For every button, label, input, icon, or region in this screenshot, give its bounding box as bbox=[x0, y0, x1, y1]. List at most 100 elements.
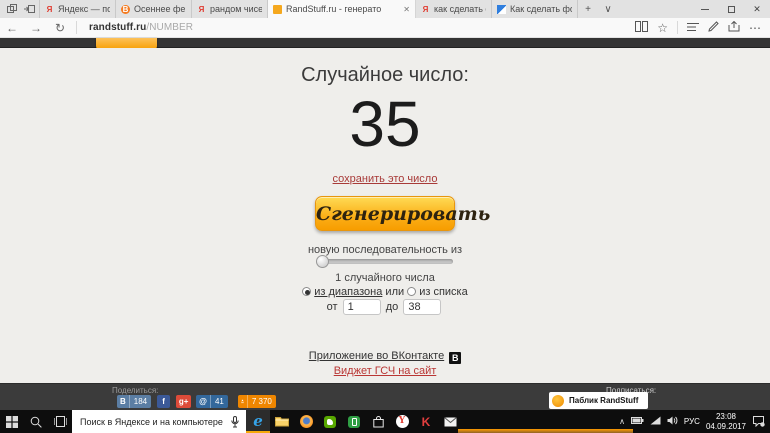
network-icon[interactable] bbox=[650, 416, 661, 427]
randstuff-logo-icon bbox=[552, 394, 564, 407]
gplus-share-button[interactable]: g+ bbox=[176, 395, 192, 408]
browser-tab-active-randstuff[interactable]: RandStuff.ru - генерато ✕ bbox=[268, 0, 416, 18]
tab-preview-icon[interactable] bbox=[7, 4, 17, 14]
browser-tab-3[interactable]: Я рандом чисел — Яндекс: н bbox=[192, 0, 268, 18]
more-options-icon[interactable]: ⋯ bbox=[749, 21, 762, 35]
orange-b-favicon-icon: В bbox=[121, 4, 130, 14]
facebook-icon: f bbox=[162, 397, 165, 406]
gplus-icon: g+ bbox=[178, 397, 189, 406]
to-input[interactable] bbox=[403, 299, 442, 315]
vk-app-row: Приложение во ВКонтакте B bbox=[0, 350, 770, 364]
browser-tab-1[interactable]: Я Яндекс — поиск №1 в Рос bbox=[40, 0, 116, 18]
mail-envelope-icon bbox=[443, 416, 457, 426]
taskbar-green-phone-app-button[interactable] bbox=[342, 410, 366, 433]
list-radio[interactable] bbox=[407, 287, 417, 296]
edge-icon: e bbox=[253, 411, 263, 430]
yandex-browser-icon: Y bbox=[395, 415, 409, 428]
taskbar-kaspersky-button[interactable]: K bbox=[414, 410, 438, 433]
start-button[interactable] bbox=[0, 410, 24, 433]
address-bar: ← → ↻ randstuff.ru/NUMBER ☆ ⋯ bbox=[0, 18, 770, 38]
reading-view-icon[interactable] bbox=[635, 19, 649, 37]
clock[interactable]: 23:08 04.09.2017 bbox=[706, 412, 746, 432]
new-tab-button[interactable]: + bbox=[578, 0, 598, 18]
to-label: до bbox=[385, 301, 399, 313]
set-tabs-aside-icon[interactable] bbox=[24, 4, 35, 14]
close-window-button[interactable]: ✕ bbox=[744, 0, 770, 18]
slider-handle[interactable] bbox=[316, 255, 329, 268]
range-radio-label[interactable]: из диапазона bbox=[314, 286, 382, 298]
taskbar-edge-button[interactable]: e bbox=[246, 410, 270, 433]
range-inputs-row: от до bbox=[0, 299, 770, 315]
subscribe-button[interactable]: Паблик RandStuff bbox=[549, 392, 648, 409]
taskbar-search-button[interactable] bbox=[24, 410, 48, 433]
randstuff-favicon-icon bbox=[273, 4, 282, 14]
taskbar-store-button[interactable] bbox=[366, 410, 390, 433]
mailru-share-button[interactable]: @ 41 bbox=[196, 395, 228, 408]
taskbar-search-text: Поиск в Яндексе и на компьютере bbox=[80, 416, 223, 427]
microphone-icon[interactable] bbox=[231, 415, 239, 428]
widget-link[interactable]: Виджет ГСЧ на сайт bbox=[334, 365, 437, 377]
site-nav-bar bbox=[0, 38, 770, 50]
tab-close-icon[interactable]: ✕ bbox=[399, 5, 410, 14]
battery-icon[interactable] bbox=[630, 417, 644, 426]
page-content: Случайное число: 35 сохранить это число … bbox=[0, 48, 770, 383]
firefox-icon bbox=[299, 415, 313, 428]
tray-chevron-icon[interactable]: ∧ bbox=[619, 417, 625, 426]
site-footer: Поделиться: B 184 f g+ @ 41 7 370 Подпис… bbox=[0, 383, 770, 410]
ok-share-button[interactable]: 7 370 bbox=[237, 395, 276, 408]
from-input[interactable] bbox=[342, 299, 381, 315]
generate-button[interactable]: Сгенерировать bbox=[315, 196, 490, 231]
address-bar-actions: ☆ ⋯ bbox=[635, 19, 770, 37]
taskbar-explorer-button[interactable] bbox=[270, 410, 294, 433]
subscribe-button-label: Паблик RandStuff bbox=[569, 396, 639, 405]
refresh-button[interactable]: ↻ bbox=[48, 21, 72, 35]
count-slider[interactable] bbox=[316, 255, 453, 268]
forward-button[interactable]: → bbox=[24, 21, 48, 35]
orange-popup-strip bbox=[458, 429, 633, 433]
taskbar-firefox-button[interactable] bbox=[294, 410, 318, 433]
taskbar-search-input[interactable]: Поиск в Яндексе и на компьютере bbox=[72, 410, 246, 433]
ok-share-count: 7 370 bbox=[246, 395, 276, 408]
search-icon bbox=[30, 416, 42, 428]
speaker-icon[interactable] bbox=[667, 416, 678, 427]
hub-icon[interactable] bbox=[687, 19, 699, 37]
minimize-icon bbox=[701, 8, 709, 10]
action-center-icon[interactable] bbox=[752, 415, 765, 429]
yandex-favicon-icon: Я bbox=[198, 4, 205, 14]
vk-app-link[interactable]: Приложение во ВКонтакте bbox=[309, 350, 444, 362]
yandex-favicon-icon: Я bbox=[46, 4, 53, 14]
ink-pen-icon[interactable] bbox=[708, 19, 719, 37]
language-indicator[interactable]: РУС bbox=[684, 417, 700, 426]
tab-title: RandStuff.ru - генерато bbox=[286, 4, 382, 14]
tab-title: рандом чисел — Яндекс: н bbox=[210, 4, 262, 14]
back-button[interactable]: ← bbox=[0, 21, 24, 35]
taskbar-green-app-button[interactable] bbox=[318, 410, 342, 433]
task-view-button[interactable] bbox=[48, 410, 72, 433]
divider bbox=[76, 21, 77, 34]
mode-radio-row: из диапазона или из списка bbox=[0, 286, 770, 298]
taskbar-yandex-browser-button[interactable]: Y bbox=[390, 410, 414, 433]
browser-tab-2[interactable]: В Осеннее фейство. - запись bbox=[116, 0, 192, 18]
windows-store-icon bbox=[372, 415, 384, 427]
tab-title: Осеннее фейство. - запись bbox=[134, 4, 186, 14]
save-number-link[interactable]: сохранить это число bbox=[333, 173, 438, 185]
browser-tab-5[interactable]: Я как сделать фото экрана кс bbox=[416, 0, 492, 18]
share-buttons: B 184 f g+ @ 41 7 370 bbox=[117, 395, 276, 408]
list-radio-label[interactable]: из списка bbox=[419, 286, 468, 298]
favorites-star-icon[interactable]: ☆ bbox=[657, 21, 668, 35]
clock-date: 04.09.2017 bbox=[705, 421, 746, 431]
count-label: 1 случайного числа bbox=[335, 272, 435, 284]
tab-dropdown-button[interactable]: ∨ bbox=[598, 0, 618, 18]
minimize-button[interactable] bbox=[692, 0, 718, 18]
range-radio[interactable] bbox=[302, 287, 312, 296]
share-icon[interactable] bbox=[728, 19, 740, 37]
tab-title: как сделать фото экрана кс bbox=[434, 4, 486, 14]
vk-share-button[interactable]: B 184 bbox=[117, 395, 152, 408]
facebook-share-button[interactable]: f bbox=[157, 395, 171, 408]
mailru-at-icon: @ bbox=[199, 397, 207, 406]
file-explorer-icon bbox=[275, 417, 289, 427]
browser-tab-6[interactable]: Как сделать фото экрана ю bbox=[492, 0, 578, 18]
url-field[interactable]: randstuff.ru/NUMBER bbox=[81, 22, 635, 33]
maximize-button[interactable] bbox=[718, 0, 744, 18]
taskbar: Поиск в Яндексе и на компьютере e Y K ∧ … bbox=[0, 410, 770, 433]
